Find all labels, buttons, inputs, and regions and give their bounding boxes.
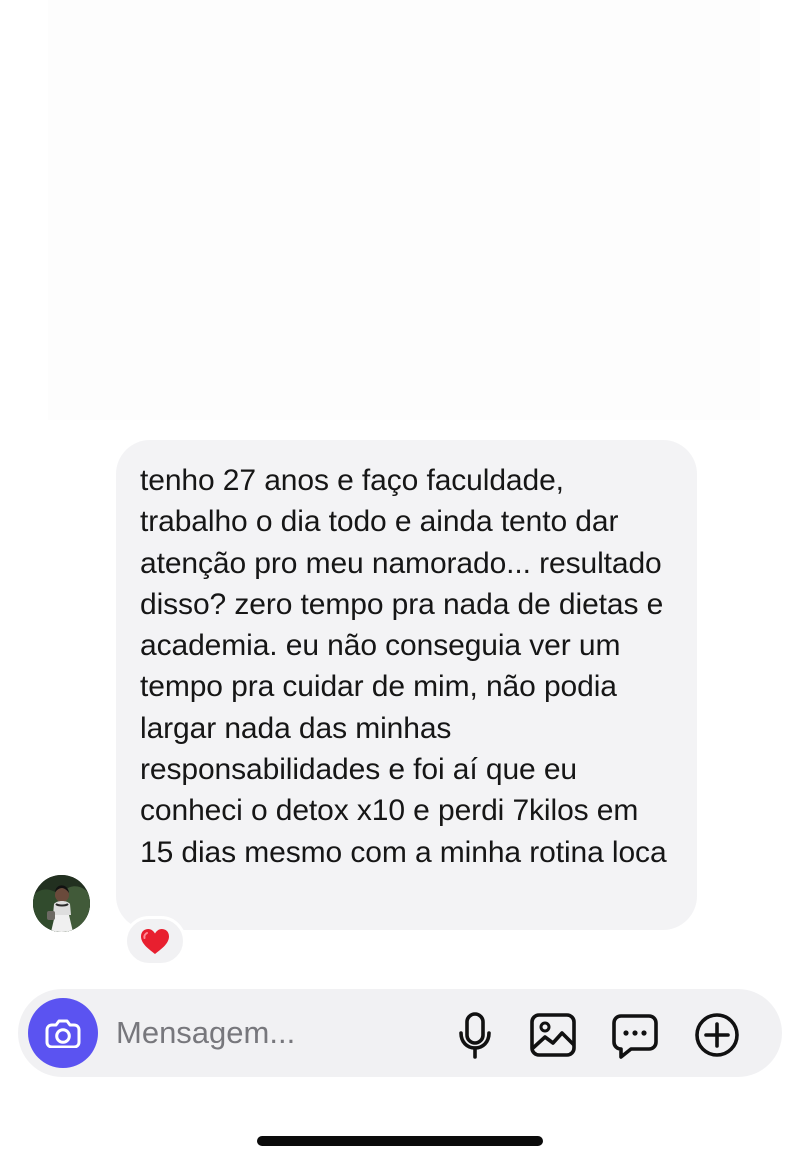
- camera-icon: [45, 1019, 81, 1048]
- home-indicator[interactable]: [257, 1136, 543, 1146]
- add-button[interactable]: [689, 1007, 745, 1063]
- profile-photo: [33, 875, 90, 932]
- message-composer: [18, 989, 782, 1077]
- plus-circle-icon: [695, 1013, 739, 1057]
- heart-reaction[interactable]: [124, 916, 186, 966]
- sender-avatar[interactable]: [33, 875, 90, 932]
- chat-extras-button[interactable]: [607, 1007, 663, 1063]
- image-gallery-icon: [530, 1013, 576, 1057]
- instagram-dm-screen: tenho 27 anos e faço faculdade, trabalho…: [0, 0, 800, 1164]
- message-text: tenho 27 anos e faço faculdade, trabalho…: [140, 464, 667, 869]
- camera-button[interactable]: [28, 998, 98, 1068]
- sticker-chat-icon: [612, 1014, 658, 1059]
- message-input[interactable]: [116, 1008, 436, 1058]
- voice-message-button[interactable]: [447, 1007, 503, 1063]
- gallery-button[interactable]: [525, 1007, 581, 1063]
- heart-icon: [141, 928, 169, 954]
- incoming-message-bubble[interactable]: tenho 27 anos e faço faculdade, trabalho…: [116, 440, 697, 930]
- message-history-area: [48, 0, 760, 420]
- microphone-icon: [459, 1012, 491, 1059]
